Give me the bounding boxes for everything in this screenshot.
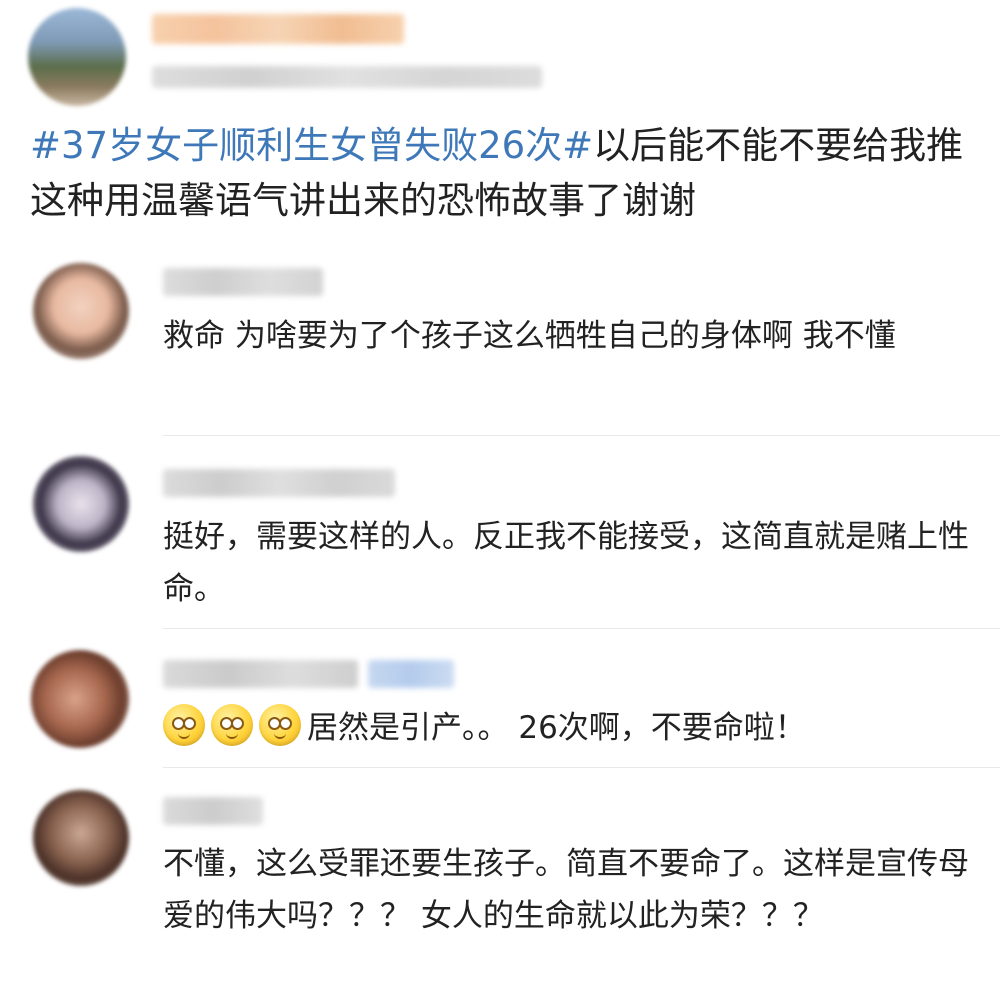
commenter-avatar[interactable]: [31, 650, 129, 748]
comment-text: 救命 为啥要为了个孩子这么牺牲自己的身体啊 我不懂: [163, 318, 896, 354]
comment-text: 居然是引产。。 26次啊，不要命啦！: [163, 702, 973, 754]
commenter-avatar[interactable]: [33, 790, 129, 886]
commenter-avatar[interactable]: [33, 263, 129, 359]
commenter-avatar[interactable]: [33, 456, 129, 552]
smile-emoji-icon: [163, 704, 205, 746]
post-meta: [152, 66, 542, 88]
post-body: #37岁女子顺利生女曾失败26次#以后能不能不要给我推这种用温馨语气讲出来的恐怖…: [30, 118, 980, 228]
comment-divider: [163, 628, 1000, 629]
commenter-username[interactable]: [163, 268, 323, 296]
comment-text: 挺好，需要这样的人。反正我不能接受，这简直就是赌上性命。: [163, 519, 969, 607]
commenter-username[interactable]: [163, 469, 395, 497]
comment-divider: [163, 767, 1000, 768]
comment-text-content: 居然是引产。。 26次啊，不要命啦！: [307, 710, 806, 746]
commenter-username[interactable]: [163, 660, 358, 688]
smile-emoji-icon: [211, 704, 253, 746]
comment-divider: [163, 435, 1000, 436]
poster-avatar[interactable]: [28, 8, 126, 106]
smile-emoji-icon: [259, 704, 301, 746]
comment-text: 不懂，这么受罪还要生孩子。简直不要命了。这样是宣传母爱的伟大吗？？？ 女人的生命…: [163, 846, 969, 934]
commenter-username[interactable]: [163, 797, 263, 825]
poster-username[interactable]: [152, 14, 404, 44]
post-hashtag[interactable]: #37岁女子顺利生女曾失败26次#: [30, 124, 593, 167]
member-badge: [368, 660, 454, 688]
